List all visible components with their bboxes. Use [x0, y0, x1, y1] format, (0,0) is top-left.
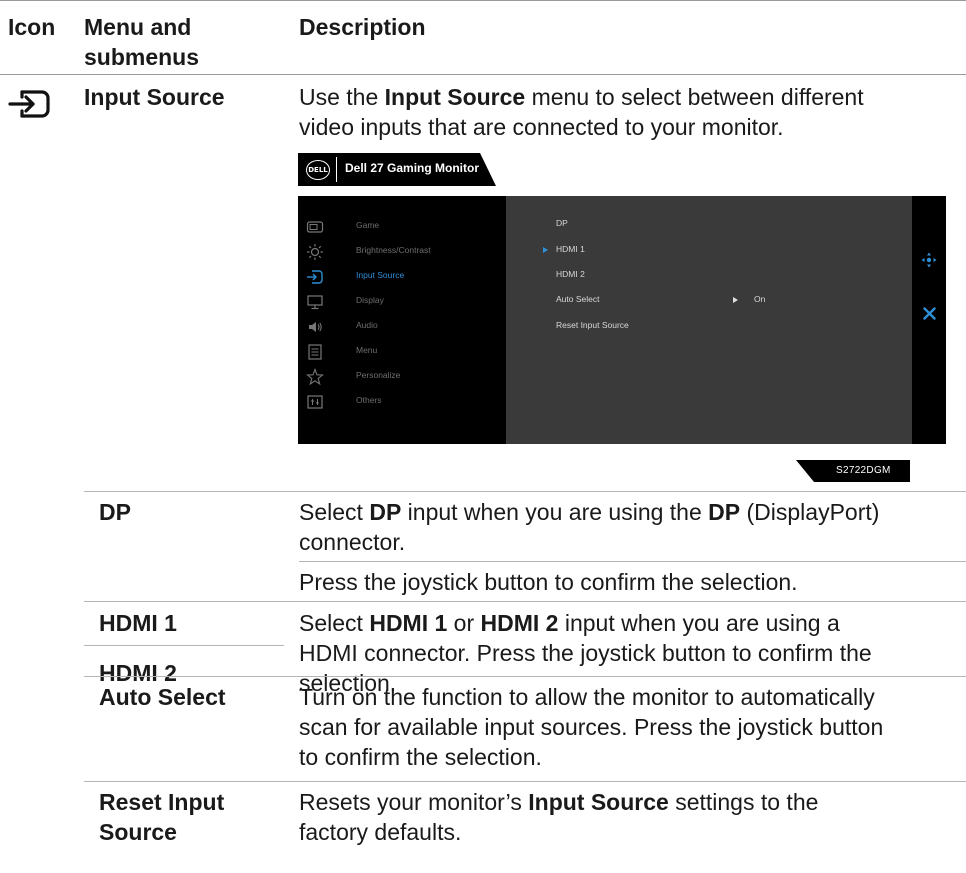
- osd-menu-audio[interactable]: Audio: [298, 314, 506, 339]
- submenu-label-auto-select: Auto Select: [99, 684, 226, 710]
- reset-description: Resets your monitor’s Input Source setti…: [299, 789, 819, 845]
- display-icon: [307, 295, 323, 310]
- dell-logo: DELL: [306, 160, 330, 180]
- column-header-icon: Icon: [8, 14, 56, 40]
- osd-title: Dell 27 Gaming Monitor: [345, 161, 480, 175]
- osd-menu-personalize[interactable]: Personalize: [298, 364, 506, 389]
- osd-submenu-panel: DP HDMI 1 HDMI 2 Auto Select On Reset In…: [506, 196, 912, 444]
- osd-menu-game[interactable]: Game: [298, 214, 506, 239]
- close-icon[interactable]: [923, 307, 936, 320]
- dp-description: Select DP input when you are using the D…: [299, 499, 880, 555]
- osd-menu-others[interactable]: Others: [298, 389, 506, 414]
- joystick-icon[interactable]: [921, 252, 937, 268]
- header-bottom-rule: [0, 74, 966, 75]
- submenu-label-dp: DP: [99, 499, 131, 525]
- osd-menu-input-source[interactable]: Input Source: [298, 264, 506, 289]
- submenu-hdmi1[interactable]: HDMI 1: [556, 244, 585, 254]
- osd-menu: DP HDMI 1 HDMI 2 Auto Select On Reset In…: [298, 196, 946, 444]
- row-rule: [84, 676, 966, 677]
- osd-menu-brightness[interactable]: Brightness/Contrast: [298, 239, 506, 264]
- auto-select-value: On: [754, 294, 766, 304]
- auto-select-description: Turn on the function to allow the monito…: [299, 684, 884, 770]
- column-header-description: Description: [299, 14, 426, 40]
- row-rule: [84, 601, 966, 602]
- others-icon: [307, 395, 323, 409]
- column-header-menu: Menu and submenus: [84, 14, 200, 70]
- submenu-label-reset-input-source: Reset Input Source: [99, 789, 225, 845]
- brightness-icon: [307, 244, 323, 260]
- input-source-icon: [307, 270, 323, 284]
- osd-menu-display[interactable]: Display: [298, 289, 506, 314]
- row-rule: [84, 645, 284, 646]
- table-top-rule: [0, 0, 966, 1]
- submenu-hdmi2[interactable]: HDMI 2: [556, 269, 585, 279]
- osd-menu-menu[interactable]: Menu: [298, 339, 506, 364]
- submenu-dp[interactable]: DP: [556, 218, 568, 228]
- menu-input-source: Input Source: [84, 84, 225, 110]
- dp-confirm-text: Press the joystick button to confirm the…: [299, 569, 798, 595]
- input-source-description: Use the Input Source menu to select betw…: [299, 84, 864, 140]
- value-caret-icon: [733, 297, 738, 303]
- audio-icon: [309, 322, 322, 332]
- input-source-icon: [8, 86, 52, 122]
- game-icon: [306, 221, 324, 233]
- submenu-label-hdmi1: HDMI 1: [99, 610, 177, 636]
- submenu-reset-input-source[interactable]: Reset Input Source: [556, 320, 629, 330]
- menu-icon: [308, 344, 322, 360]
- star-icon: [306, 368, 324, 386]
- row-rule: [299, 561, 966, 562]
- osd-title-bar: DELL Dell 27 Gaming Monitor: [298, 153, 496, 186]
- row-rule: [84, 781, 966, 782]
- model-badge: S2722DGM: [796, 460, 910, 482]
- osd-side-controls: [912, 196, 946, 444]
- row-rule: [84, 491, 966, 492]
- submenu-auto-select[interactable]: Auto Select: [556, 294, 599, 304]
- selected-caret-icon: [543, 247, 548, 253]
